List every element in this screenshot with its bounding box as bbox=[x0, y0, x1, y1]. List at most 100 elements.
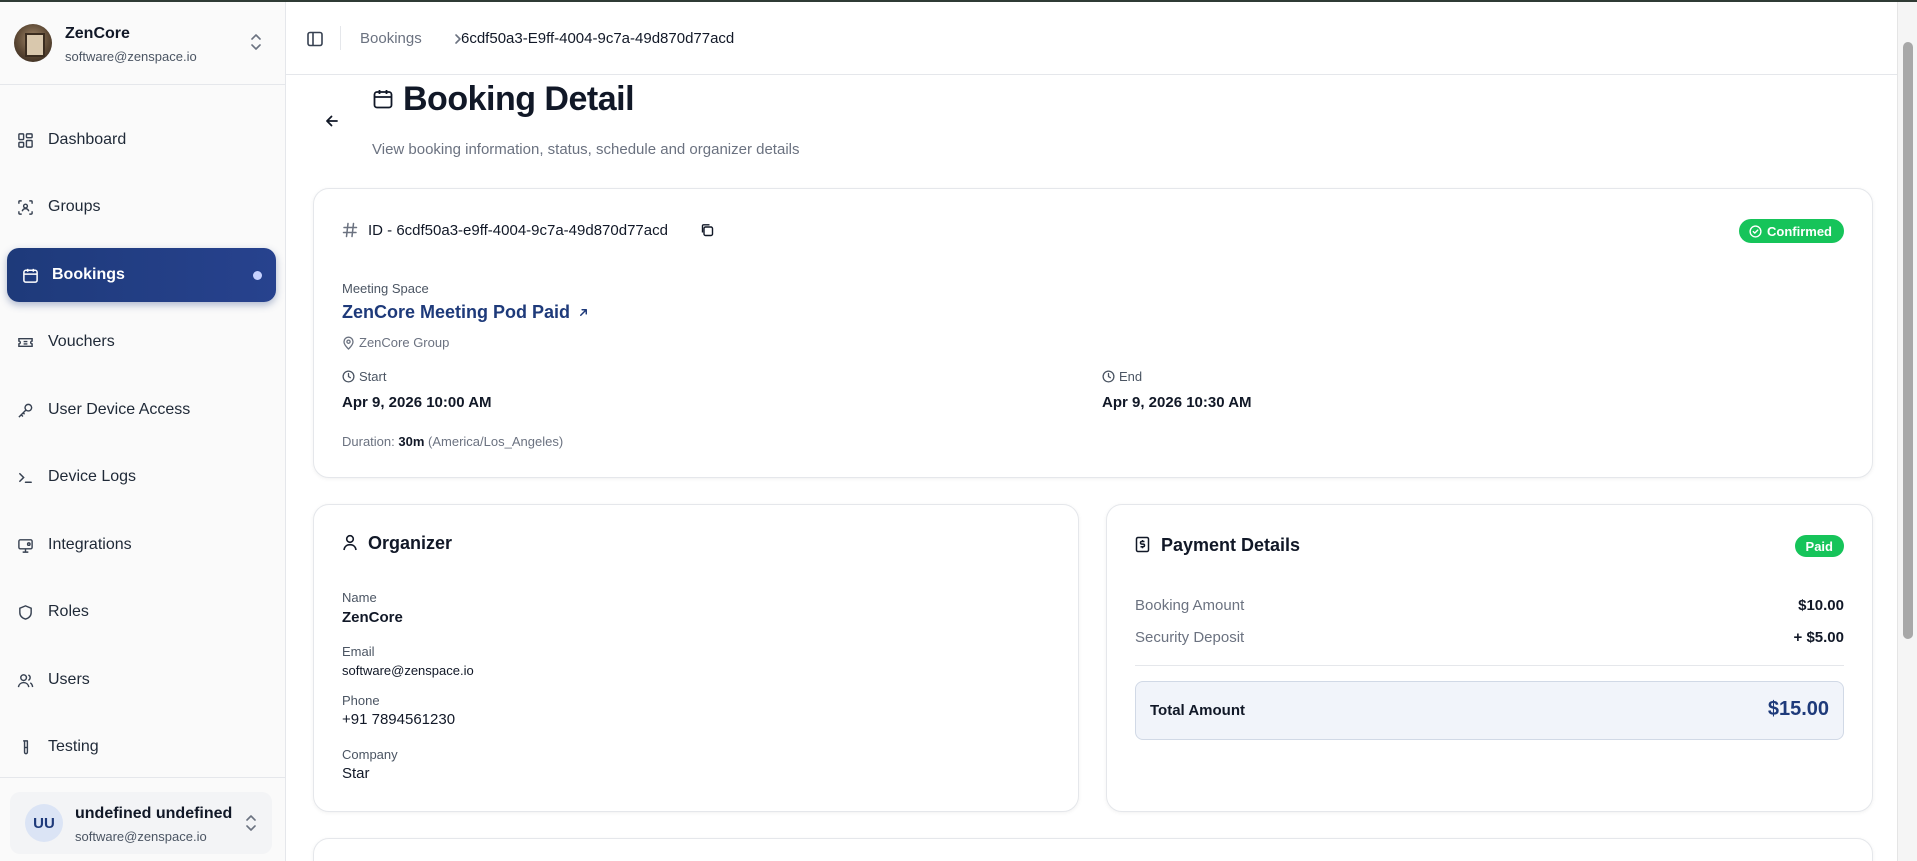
map-pin-icon bbox=[343, 336, 354, 350]
breadcrumb-bookings-link[interactable]: Bookings bbox=[360, 30, 422, 47]
workspace-email: software@zenspace.io bbox=[65, 49, 197, 64]
groups-icon bbox=[18, 200, 33, 215]
check-circle-icon bbox=[1749, 224, 1762, 238]
chevron-up-down-icon bbox=[251, 34, 261, 50]
page-subtitle: View booking information, status, schedu… bbox=[372, 141, 800, 158]
sidebar-item-groups[interactable]: Groups bbox=[7, 180, 276, 234]
sidebar-item-roles[interactable]: Roles bbox=[7, 585, 276, 639]
meeting-space-label: Meeting Space bbox=[342, 281, 429, 296]
external-link-icon bbox=[580, 309, 588, 316]
duration-info: Duration: 30m (America/Los_Angeles) bbox=[342, 434, 563, 449]
scrollbar[interactable] bbox=[1897, 2, 1917, 861]
start-datetime: Apr 9, 2026 10:00 AM bbox=[342, 394, 492, 411]
end-datetime: Apr 9, 2026 10:30 AM bbox=[1102, 394, 1252, 411]
duration-value: 30m bbox=[398, 434, 425, 449]
sidebar-item-integrations[interactable]: Integrations bbox=[7, 518, 276, 572]
payment-details-card: Payment Details Paid Booking Amount $10.… bbox=[1106, 504, 1873, 812]
sidebar-item-label: Vouchers bbox=[48, 333, 115, 350]
security-deposit: + $5.00 bbox=[1793, 629, 1844, 646]
clock-icon bbox=[1102, 370, 1115, 383]
status-badge-label: Confirmed bbox=[1767, 223, 1832, 239]
sidebar-item-label: Groups bbox=[48, 198, 101, 215]
security-deposit-label: Security Deposit bbox=[1135, 629, 1245, 646]
user-name: undefined undefined bbox=[75, 805, 233, 822]
copy-icon[interactable] bbox=[700, 223, 714, 237]
sidebar-item-label: Users bbox=[48, 671, 90, 688]
user-icon bbox=[343, 534, 357, 551]
organizer-company-label: Company bbox=[342, 747, 398, 762]
sidebar-item-label: Integrations bbox=[48, 536, 132, 553]
toolbar-divider bbox=[340, 26, 341, 50]
test-tube-icon bbox=[23, 740, 29, 755]
sidebar-item-label: Dashboard bbox=[48, 131, 127, 148]
workspace-switcher[interactable]: ZenCore software@zenspace.io bbox=[0, 2, 285, 85]
scrollbar-thumb[interactable] bbox=[1903, 42, 1913, 639]
organizer-phone-label: Phone bbox=[342, 693, 380, 708]
total-amount: $15.00 bbox=[1767, 698, 1829, 720]
workspace-name: ZenCore bbox=[65, 25, 130, 42]
sidebar-item-label: User Device Access bbox=[48, 401, 191, 418]
organizer-phone: +91 7894561230 bbox=[342, 711, 456, 728]
sidebar-item-vouchers[interactable]: Vouchers bbox=[7, 315, 276, 369]
hash-icon bbox=[342, 222, 358, 238]
breadcrumb-current: 6cdf50a3-E9ff-4004-9c7a-49d870d77acd bbox=[461, 30, 735, 47]
duration-label: Duration: bbox=[342, 434, 395, 449]
organizer-company: Star bbox=[342, 765, 370, 782]
clock-icon bbox=[342, 370, 355, 383]
avatar: UU bbox=[25, 804, 63, 842]
sidebar: ZenCore software@zenspace.io Dashboard G… bbox=[0, 2, 286, 861]
users-icon bbox=[17, 674, 34, 688]
organizer-title: Organizer bbox=[368, 533, 453, 553]
meeting-space-name: ZenCore Meeting Pod Paid bbox=[342, 302, 571, 322]
sidebar-item-label: Testing bbox=[48, 738, 99, 755]
calendar-icon bbox=[373, 90, 393, 109]
booking-info-card: ID - 6cdf50a3-e9ff-4004-9c7a-49d870d77ac… bbox=[313, 188, 1873, 478]
booking-amount: $10.00 bbox=[1798, 597, 1844, 614]
status-badge: Confirmed bbox=[1739, 219, 1844, 243]
workspace-logo bbox=[14, 24, 52, 62]
meeting-space-group: ZenCore Group bbox=[359, 335, 450, 350]
receipt-dollar-icon bbox=[1135, 536, 1150, 553]
booking-id: ID - 6cdf50a3-e9ff-4004-9c7a-49d870d77ac… bbox=[368, 222, 668, 239]
user-menu[interactable]: UU undefined undefined software@zenspace… bbox=[10, 792, 272, 854]
user-menu-footer: UU undefined undefined software@zenspace… bbox=[0, 777, 285, 861]
divider bbox=[1135, 665, 1844, 666]
end-label: End bbox=[1119, 369, 1143, 384]
meeting-space-link[interactable]: ZenCore Meeting Pod Paid bbox=[342, 302, 589, 323]
next-card bbox=[313, 838, 1873, 861]
sidebar-item-device-logs[interactable]: Device Logs bbox=[7, 450, 276, 504]
sidebar-item-testing[interactable]: Testing bbox=[7, 720, 276, 774]
payment-details-title: Payment Details bbox=[1161, 535, 1301, 555]
active-indicator-dot bbox=[253, 271, 262, 280]
payment-status-badge: Paid bbox=[1794, 535, 1844, 557]
sidebar-item-dashboard[interactable]: Dashboard bbox=[7, 113, 276, 167]
sidebar-item-bookings[interactable]: Bookings bbox=[7, 248, 276, 302]
monitor-icon bbox=[18, 539, 33, 553]
organizer-name-label: Name bbox=[342, 590, 377, 605]
dashboard-icon bbox=[18, 133, 33, 148]
terminal-icon bbox=[19, 472, 32, 483]
sidebar-item-user-device-access[interactable]: User Device Access bbox=[7, 383, 276, 437]
shield-icon bbox=[19, 605, 32, 620]
sidebar-item-users[interactable]: Users bbox=[7, 653, 276, 707]
organizer-name: ZenCore bbox=[342, 609, 403, 626]
user-email: software@zenspace.io bbox=[75, 829, 207, 844]
start-label: Start bbox=[359, 369, 387, 384]
calendar-icon bbox=[23, 268, 38, 283]
organizer-email-label: Email bbox=[342, 644, 375, 659]
sidebar-item-label: Roles bbox=[48, 603, 89, 620]
key-icon bbox=[18, 403, 33, 418]
chevron-up-down-icon bbox=[246, 815, 256, 831]
organizer-card: Organizer Name ZenCore Email software@ze… bbox=[313, 504, 1079, 812]
sidebar-toggle-icon[interactable] bbox=[306, 30, 324, 48]
total-amount-label: Total Amount bbox=[1150, 702, 1245, 719]
back-arrow-icon[interactable] bbox=[322, 111, 342, 131]
sidebar-item-label: Bookings bbox=[52, 266, 125, 283]
organizer-email: software@zenspace.io bbox=[342, 663, 474, 678]
timezone: (America/Los_Angeles) bbox=[428, 434, 564, 449]
ticket-icon bbox=[18, 338, 33, 347]
top-bar: Bookings 6cdf50a3-E9ff-4004-9c7a-49d870d… bbox=[286, 2, 1897, 75]
total-amount-box: Total Amount $15.00 bbox=[1135, 681, 1844, 740]
page-title: Booking Detail bbox=[403, 80, 635, 118]
booking-amount-label: Booking Amount bbox=[1135, 597, 1245, 614]
